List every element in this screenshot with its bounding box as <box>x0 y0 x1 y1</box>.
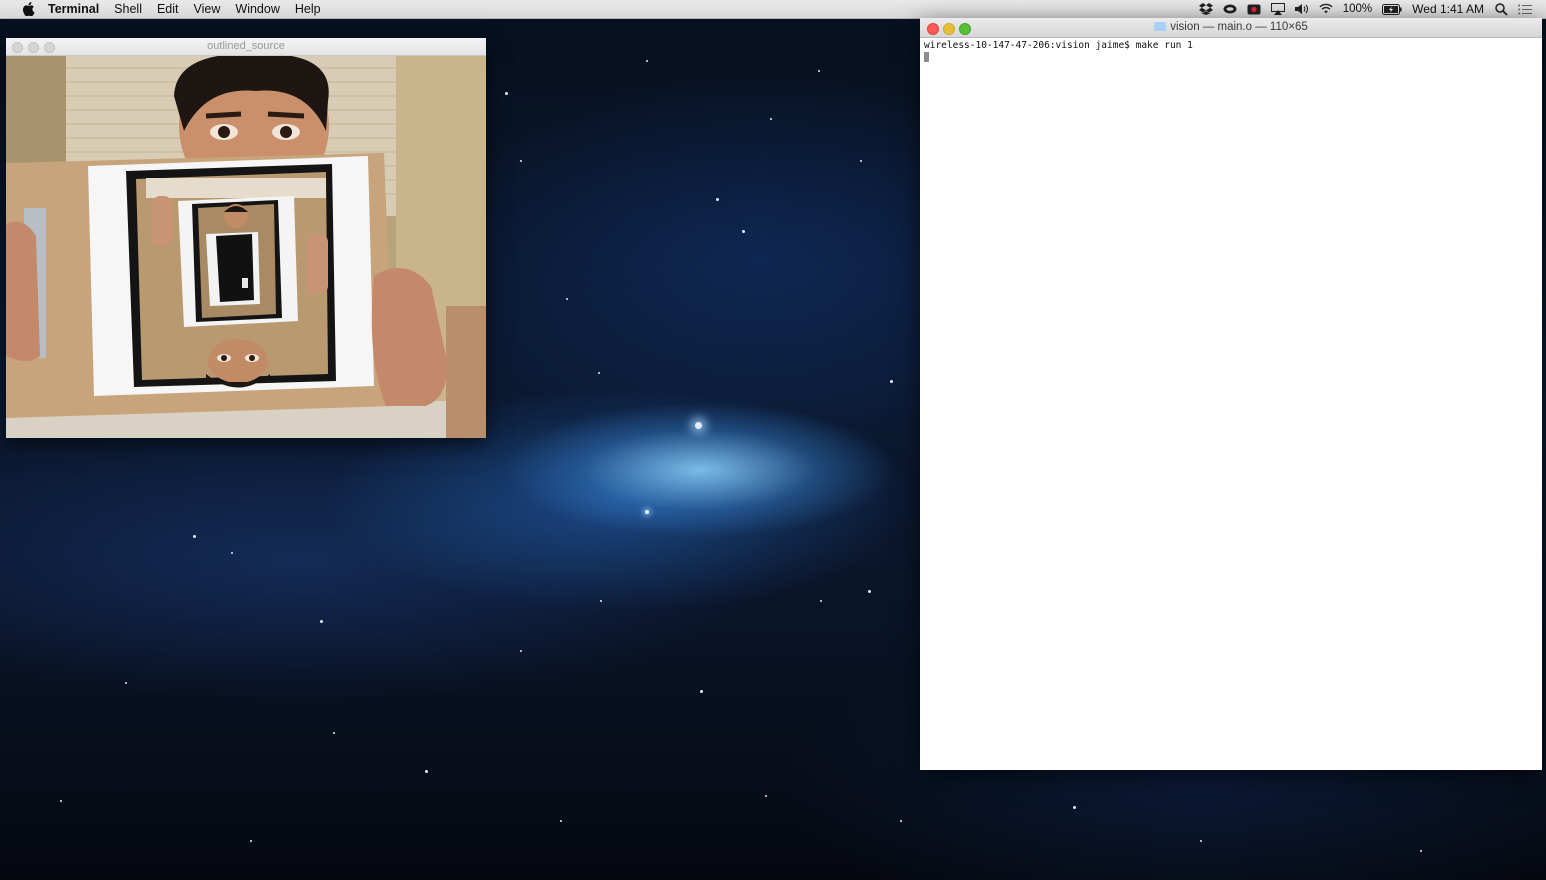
dropbox-icon[interactable] <box>1198 3 1213 15</box>
menu-bar: Terminal Shell Edit View Window Help 100… <box>0 0 1546 19</box>
star <box>695 422 702 429</box>
notification-center-icon[interactable] <box>1518 3 1532 15</box>
star <box>1073 806 1076 809</box>
zoom-button[interactable] <box>959 23 971 35</box>
star <box>770 118 772 120</box>
star <box>598 372 600 374</box>
apple-icon[interactable] <box>22 2 36 16</box>
battery-icon[interactable] <box>1382 3 1402 15</box>
star <box>320 620 323 623</box>
star <box>1420 850 1422 852</box>
menu-edit[interactable]: Edit <box>157 2 179 16</box>
close-button[interactable] <box>12 42 23 53</box>
star <box>890 380 893 383</box>
star <box>425 770 428 773</box>
minimize-button[interactable] <box>943 23 955 35</box>
star <box>820 600 822 602</box>
star <box>60 800 62 802</box>
star <box>860 160 862 162</box>
close-button[interactable] <box>927 23 939 35</box>
cloud-app-icon[interactable] <box>1223 3 1237 15</box>
star <box>646 60 648 62</box>
camera-window[interactable]: outlined_source <box>6 38 486 438</box>
star <box>868 590 871 593</box>
star <box>125 682 127 684</box>
camera-feed <box>6 56 486 438</box>
status-area: 100% Wed 1:41 AM <box>1198 0 1532 18</box>
spotlight-icon[interactable] <box>1494 2 1508 16</box>
minimize-button[interactable] <box>28 42 39 53</box>
menu-window[interactable]: Window <box>235 2 279 16</box>
camera-window-title: outlined_source <box>207 40 285 52</box>
airplay-icon[interactable] <box>1270 3 1285 15</box>
star <box>818 70 820 72</box>
star <box>900 820 902 822</box>
star <box>765 795 767 797</box>
terminal-content[interactable]: wireless-10-147-47-206:vision jaime$ mak… <box>920 38 1542 68</box>
star <box>600 600 602 602</box>
star <box>560 820 562 822</box>
star <box>250 840 252 842</box>
star <box>1200 840 1202 842</box>
star <box>645 510 649 514</box>
menu-view[interactable]: View <box>194 2 221 16</box>
folder-icon <box>1154 22 1167 31</box>
zoom-button[interactable] <box>44 42 55 53</box>
star <box>520 160 522 162</box>
star <box>193 535 196 538</box>
star <box>700 690 703 693</box>
terminal-titlebar[interactable]: vision — main.o — 110×65 <box>920 18 1542 38</box>
terminal-cursor <box>924 52 929 62</box>
terminal-line: wireless-10-147-47-206:vision jaime$ mak… <box>924 40 1193 51</box>
menu-help[interactable]: Help <box>295 2 321 16</box>
volume-icon[interactable] <box>1294 3 1309 15</box>
star <box>520 650 522 652</box>
star <box>566 298 568 300</box>
star <box>333 732 335 734</box>
wifi-icon[interactable] <box>1319 3 1333 15</box>
star <box>231 552 233 554</box>
record-icon[interactable] <box>1247 3 1261 15</box>
menubar-clock[interactable]: Wed 1:41 AM <box>1412 2 1484 16</box>
star <box>742 230 745 233</box>
battery-percent: 100% <box>1342 3 1373 15</box>
menu-shell[interactable]: Shell <box>114 2 142 16</box>
terminal-window[interactable]: vision — main.o — 110×65 wireless-10-147… <box>920 18 1542 770</box>
terminal-title: vision — main.o — 110×65 <box>1170 21 1308 33</box>
star <box>716 198 719 201</box>
camera-window-titlebar[interactable]: outlined_source <box>6 38 486 56</box>
menu-app-terminal[interactable]: Terminal <box>48 2 99 16</box>
star <box>505 92 508 95</box>
